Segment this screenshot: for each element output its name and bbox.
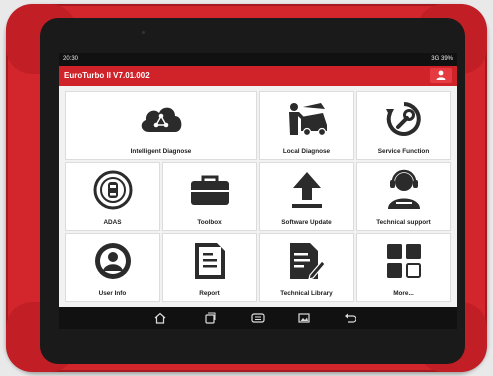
tile-intelligent-diagnose[interactable]: Intelligent Diagnose xyxy=(65,91,257,160)
tile-label: Intelligent Diagnose xyxy=(130,148,192,155)
tile-label: Technical Library xyxy=(280,290,333,297)
headset-support-icon xyxy=(384,163,424,216)
tile-label: Technical support xyxy=(376,219,431,226)
account-button[interactable] xyxy=(430,68,452,83)
tile-technical-library[interactable]: Technical Library xyxy=(259,233,354,302)
tile-label: User Info xyxy=(98,290,127,297)
tile-adas[interactable]: ADAS xyxy=(65,162,160,231)
tile-technical-support[interactable]: Technical support xyxy=(356,162,451,231)
report-document-icon xyxy=(193,234,227,287)
tile-more[interactable]: More... xyxy=(356,233,451,302)
library-edit-icon xyxy=(288,234,326,287)
status-bar: 20:30 3G 39% xyxy=(59,53,457,66)
user-avatar-icon xyxy=(93,234,133,287)
toolbox-icon xyxy=(188,163,232,216)
android-nav-bar xyxy=(59,307,457,329)
app-title-bar: EuroTurbo II V7.01.002 xyxy=(59,66,457,86)
user-icon xyxy=(436,70,446,80)
cloud-network-icon xyxy=(137,92,185,145)
tile-label: Toolbox xyxy=(197,219,222,226)
tablet-screen: 20:30 3G 39% EuroTurbo II V7.01.002 Inte… xyxy=(59,53,457,329)
status-time: 20:30 xyxy=(63,56,79,62)
function-grid: Intelligent Diagnose Local Diagnose Serv… xyxy=(65,91,451,303)
back-icon[interactable] xyxy=(343,311,357,325)
tile-label: Service Function xyxy=(377,148,430,155)
upload-arrow-icon xyxy=(287,163,327,216)
tile-service-function[interactable]: Service Function xyxy=(356,91,451,160)
tile-local-diagnose[interactable]: Local Diagnose xyxy=(259,91,354,160)
tile-label: Report xyxy=(199,290,220,297)
screenshot-icon[interactable] xyxy=(297,311,311,325)
wrench-cycle-icon xyxy=(385,92,423,145)
car-sensor-icon xyxy=(93,163,133,216)
signal-text: 3G xyxy=(431,56,440,62)
tile-software-update[interactable]: Software Update xyxy=(259,162,354,231)
tile-report[interactable]: Report xyxy=(162,233,257,302)
grid-more-icon xyxy=(386,234,422,287)
battery-text: 39% xyxy=(440,56,453,62)
tile-label: Software Update xyxy=(281,219,332,226)
tile-label: Local Diagnose xyxy=(282,148,331,155)
app-title: EuroTurbo II V7.01.002 xyxy=(64,71,150,80)
front-camera xyxy=(142,31,145,34)
tile-label: ADAS xyxy=(103,219,122,226)
mechanic-car-icon xyxy=(285,92,329,145)
status-indicators: 3G 39% xyxy=(431,53,453,66)
tile-toolbox[interactable]: Toolbox xyxy=(162,162,257,231)
tile-user-info[interactable]: User Info xyxy=(65,233,160,302)
recent-apps-icon[interactable] xyxy=(203,311,217,325)
home-icon[interactable] xyxy=(153,311,167,325)
tile-label: More... xyxy=(393,290,414,297)
vci-connector-icon[interactable] xyxy=(251,311,265,325)
